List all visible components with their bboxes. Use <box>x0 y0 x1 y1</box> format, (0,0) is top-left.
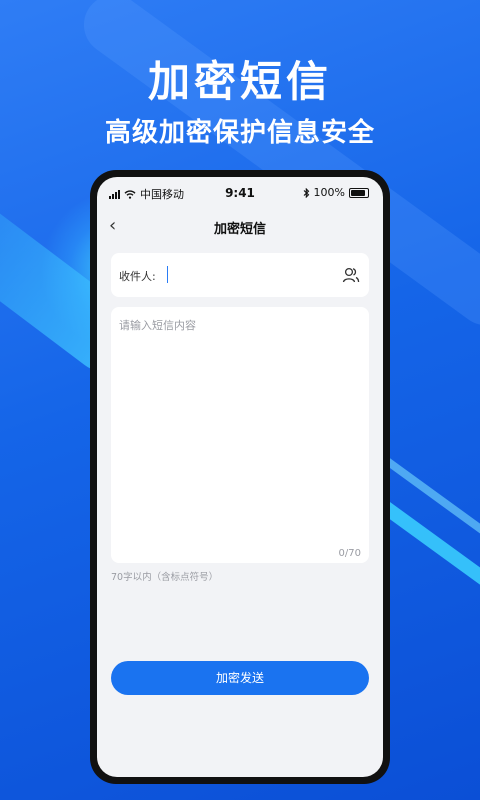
phone-screen: 中国移动 9:41 100% ‹ 加密短信 收件人: 请输入短信内容 0/70 … <box>97 177 383 777</box>
message-input[interactable]: 请输入短信内容 0/70 <box>111 307 369 563</box>
message-placeholder: 请输入短信内容 <box>119 319 196 332</box>
nav-bar: ‹ 加密短信 <box>97 211 383 241</box>
status-bar: 中国移动 9:41 100% <box>97 177 383 207</box>
recipient-field[interactable]: 收件人: <box>111 253 369 297</box>
character-counter: 0/70 <box>338 548 361 559</box>
promo-subheadline: 高级加密保护信息安全 <box>104 118 375 148</box>
length-hint: 70字以内（含标点符号） <box>111 572 219 583</box>
page-title: 加密短信 <box>213 222 266 237</box>
battery-icon <box>349 187 369 198</box>
battery-percent: 100% <box>313 186 345 199</box>
encrypt-send-button[interactable]: 加密发送 <box>111 661 369 695</box>
promo-headline: 加密短信 <box>147 57 332 106</box>
text-caret <box>167 266 168 283</box>
phone-frame: 中国移动 9:41 100% ‹ 加密短信 收件人: 请输入短信内容 0/70 … <box>90 170 390 784</box>
contacts-icon[interactable] <box>341 265 361 285</box>
recipient-label: 收件人: <box>119 270 156 283</box>
bluetooth-icon <box>303 187 309 198</box>
